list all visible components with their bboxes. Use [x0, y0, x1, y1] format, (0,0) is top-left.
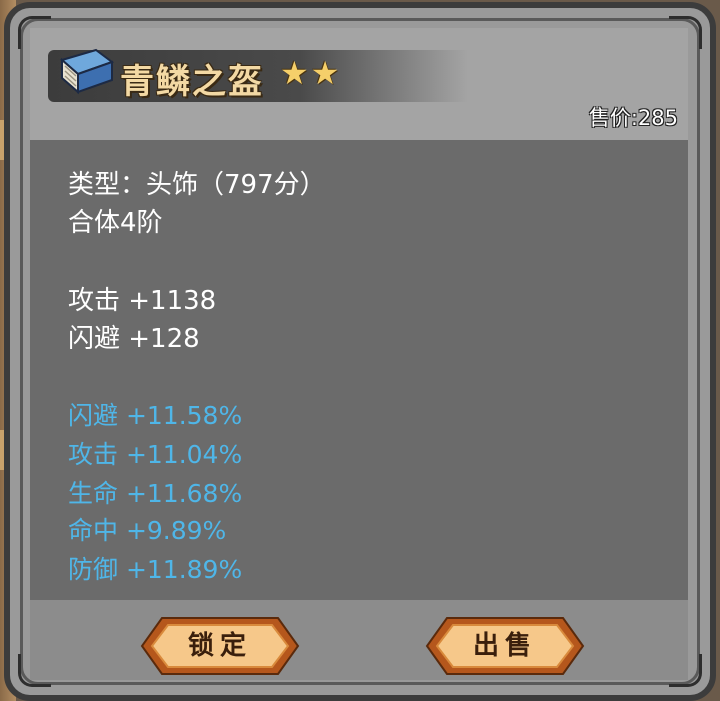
item-stats: 类型：头饰（797分） 合体4阶 攻击 +1138 闪避 +128 闪避 +11… [30, 140, 688, 600]
sell-price: 售价:285 [588, 106, 678, 130]
lock-button[interactable]: 锁定 [140, 616, 300, 676]
lock-button-label: 锁定 [187, 631, 252, 661]
item-type: 类型：头饰（797分） [68, 170, 326, 200]
item-tier: 合体4阶 [68, 208, 163, 238]
item-name: 青鳞之盔 [120, 62, 264, 102]
star-rating: ★★ [280, 54, 342, 92]
bonus-stat: 命中 +9.89% [68, 516, 227, 545]
sell-button-label: 出售 [472, 631, 537, 661]
item-header: 青鳞之盔 ★★ 售价:285 [30, 28, 688, 140]
action-bar: 锁定 出售 [30, 600, 688, 680]
bonus-stat: 防御 +11.89% [68, 555, 243, 584]
sell-button[interactable]: 出售 [425, 616, 585, 676]
bonus-stat: 闪避 +11.58% [68, 401, 243, 430]
base-stat: 闪避 +128 [68, 324, 200, 354]
bonus-stat: 攻击 +11.04% [68, 440, 243, 469]
bonus-stat: 生命 +11.68% [68, 479, 243, 508]
book-icon [56, 46, 116, 98]
base-stat: 攻击 +1138 [68, 286, 217, 316]
